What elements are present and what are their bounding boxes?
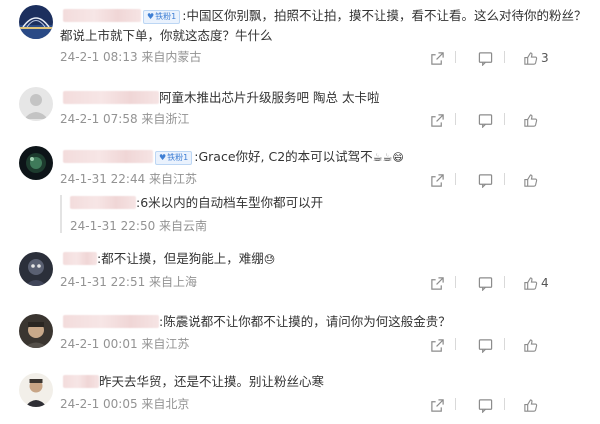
share-icon bbox=[431, 398, 444, 412]
thumbs-up-icon bbox=[524, 398, 538, 412]
share-button[interactable] bbox=[430, 273, 445, 293]
avatar-image bbox=[19, 373, 53, 407]
comment-item: 阿童木推出芯片升级服务吧 陶总 太卡啦 24-2-1 07:58 来自浙江 bbox=[0, 78, 600, 134]
thumbs-up-icon bbox=[524, 113, 538, 127]
share-icon bbox=[431, 113, 444, 127]
comment-button[interactable] bbox=[478, 273, 493, 293]
comment-icon bbox=[478, 51, 493, 66]
comment-icon bbox=[478, 276, 493, 291]
heart-icon: ♥ bbox=[147, 12, 155, 21]
share-button[interactable] bbox=[430, 395, 445, 415]
like-button[interactable]: 4 bbox=[523, 273, 549, 293]
thumbs-up-icon bbox=[524, 173, 538, 187]
share-icon bbox=[431, 51, 444, 65]
thumbs-up-icon bbox=[524, 338, 538, 352]
like-button[interactable] bbox=[523, 335, 538, 355]
comment-meta: 24-2-1 00:05 来自北京 bbox=[60, 397, 190, 411]
username-blurred[interactable] bbox=[63, 375, 99, 388]
share-button[interactable] bbox=[430, 110, 445, 130]
comment-meta: 24-1-31 22:51 来自上海 bbox=[60, 275, 198, 289]
comment-text-continued: 都说上市就下单，你就这态度？牛什么 bbox=[60, 28, 273, 43]
reply-text: :6米以内的自动档车型你都可以开 bbox=[70, 193, 323, 212]
comment-text: 昨天去华贸，还是不让摸。别让粉丝心寒 bbox=[63, 372, 324, 391]
thumbs-up-icon bbox=[524, 276, 538, 290]
emoji: ☕☕😄 bbox=[372, 151, 404, 164]
avatar[interactable] bbox=[19, 252, 53, 286]
comment-meta: 24-2-1 08:13 来自内蒙古 bbox=[60, 50, 202, 64]
username-blurred[interactable] bbox=[70, 196, 136, 209]
share-icon bbox=[431, 338, 444, 352]
comment-button[interactable] bbox=[478, 335, 493, 355]
comment-text: :陈震说都不让你都不让摸的，请问你为何这般金贵？ bbox=[63, 312, 451, 331]
fan-badge: ♥ 铁粉1 bbox=[155, 151, 193, 165]
comment-button[interactable] bbox=[478, 395, 493, 415]
username-blurred[interactable] bbox=[63, 252, 97, 265]
comment-meta: 24-1-31 22:44 来自江苏 bbox=[60, 172, 198, 186]
like-button[interactable] bbox=[523, 395, 538, 415]
share-icon bbox=[431, 276, 444, 290]
comment-actions bbox=[430, 110, 600, 130]
comment-actions: 4 bbox=[430, 273, 600, 293]
avatar[interactable] bbox=[19, 373, 53, 407]
reply-item: :6米以内的自动档车型你都可以开 24-1-31 22:50 来自云南 bbox=[60, 193, 580, 237]
avatar[interactable] bbox=[19, 5, 53, 39]
username-blurred[interactable] bbox=[63, 9, 141, 22]
username-blurred[interactable] bbox=[63, 315, 159, 328]
username-blurred[interactable] bbox=[63, 91, 159, 104]
like-button[interactable] bbox=[523, 110, 538, 130]
like-button[interactable]: 3 bbox=[523, 48, 549, 68]
fan-badge: ♥ 铁粉1 bbox=[143, 10, 181, 24]
reply-meta: 24-1-31 22:50 来自云南 bbox=[70, 219, 208, 233]
comment-item: ♥ 铁粉1:Grace你好, C2的本可以试驾不☕☕😄 24-1-31 22:44… bbox=[0, 134, 600, 190]
comment-text: 阿童木推出芯片升级服务吧 陶总 太卡啦 bbox=[63, 88, 379, 107]
comment-actions: 3 bbox=[430, 48, 600, 68]
like-button[interactable] bbox=[523, 170, 538, 190]
comment-item: :都不让摸，但是狗能上，难绷😓 24-1-31 22:51 来自上海 4 bbox=[0, 243, 600, 299]
comment-item: :陈震说都不让你都不让摸的，请问你为何这般金贵？ 24-2-1 00:01 来自… bbox=[0, 305, 600, 361]
avatar[interactable] bbox=[19, 146, 53, 180]
emoji: 😓 bbox=[263, 253, 276, 266]
comment-actions bbox=[430, 395, 600, 415]
share-icon bbox=[431, 173, 444, 187]
comment-icon bbox=[478, 173, 493, 188]
share-button[interactable] bbox=[430, 335, 445, 355]
comment-icon bbox=[478, 398, 493, 413]
heart-icon: ♥ bbox=[159, 153, 167, 162]
thumbs-up-icon bbox=[524, 51, 538, 65]
comment-button[interactable] bbox=[478, 48, 493, 68]
comment-meta: 24-2-1 07:58 来自浙江 bbox=[60, 112, 190, 126]
comment-text: ♥ 铁粉1:Grace你好, C2的本可以试驾不☕☕😄 bbox=[63, 147, 404, 167]
avatar-image bbox=[19, 252, 53, 286]
comment-button[interactable] bbox=[478, 170, 493, 190]
like-count: 3 bbox=[541, 51, 549, 65]
comment-meta: 24-2-1 00:01 来自江苏 bbox=[60, 337, 190, 351]
avatar[interactable] bbox=[19, 314, 53, 348]
default-avatar-icon bbox=[19, 87, 53, 121]
comment-item: ♥ 铁粉1:中国区你别飘，拍照不让拍，摸不让摸，看不让看。这么对待你的粉丝？ 都说… bbox=[0, 0, 600, 78]
like-count: 4 bbox=[541, 276, 549, 290]
avatar-image bbox=[19, 314, 53, 348]
share-button[interactable] bbox=[430, 170, 445, 190]
comment-icon bbox=[478, 113, 493, 128]
comment-item: 昨天去华贸，还是不让摸。别让粉丝心寒 24-2-1 00:05 来自北京 bbox=[0, 367, 600, 424]
comment-text: ♥ 铁粉1:中国区你别飘，拍照不让拍，摸不让摸，看不让看。这么对待你的粉丝？ bbox=[63, 6, 586, 25]
avatar-image bbox=[19, 146, 53, 180]
comment-text: :都不让摸，但是狗能上，难绷😓 bbox=[63, 249, 275, 269]
avatar-image bbox=[19, 5, 53, 39]
comment-button[interactable] bbox=[478, 110, 493, 130]
share-button[interactable] bbox=[430, 48, 445, 68]
reply-indent-bar bbox=[60, 195, 62, 233]
username-blurred[interactable] bbox=[63, 150, 153, 163]
comment-actions bbox=[430, 170, 600, 190]
avatar[interactable] bbox=[19, 87, 53, 121]
comment-icon bbox=[478, 338, 493, 353]
comment-actions bbox=[430, 335, 600, 355]
